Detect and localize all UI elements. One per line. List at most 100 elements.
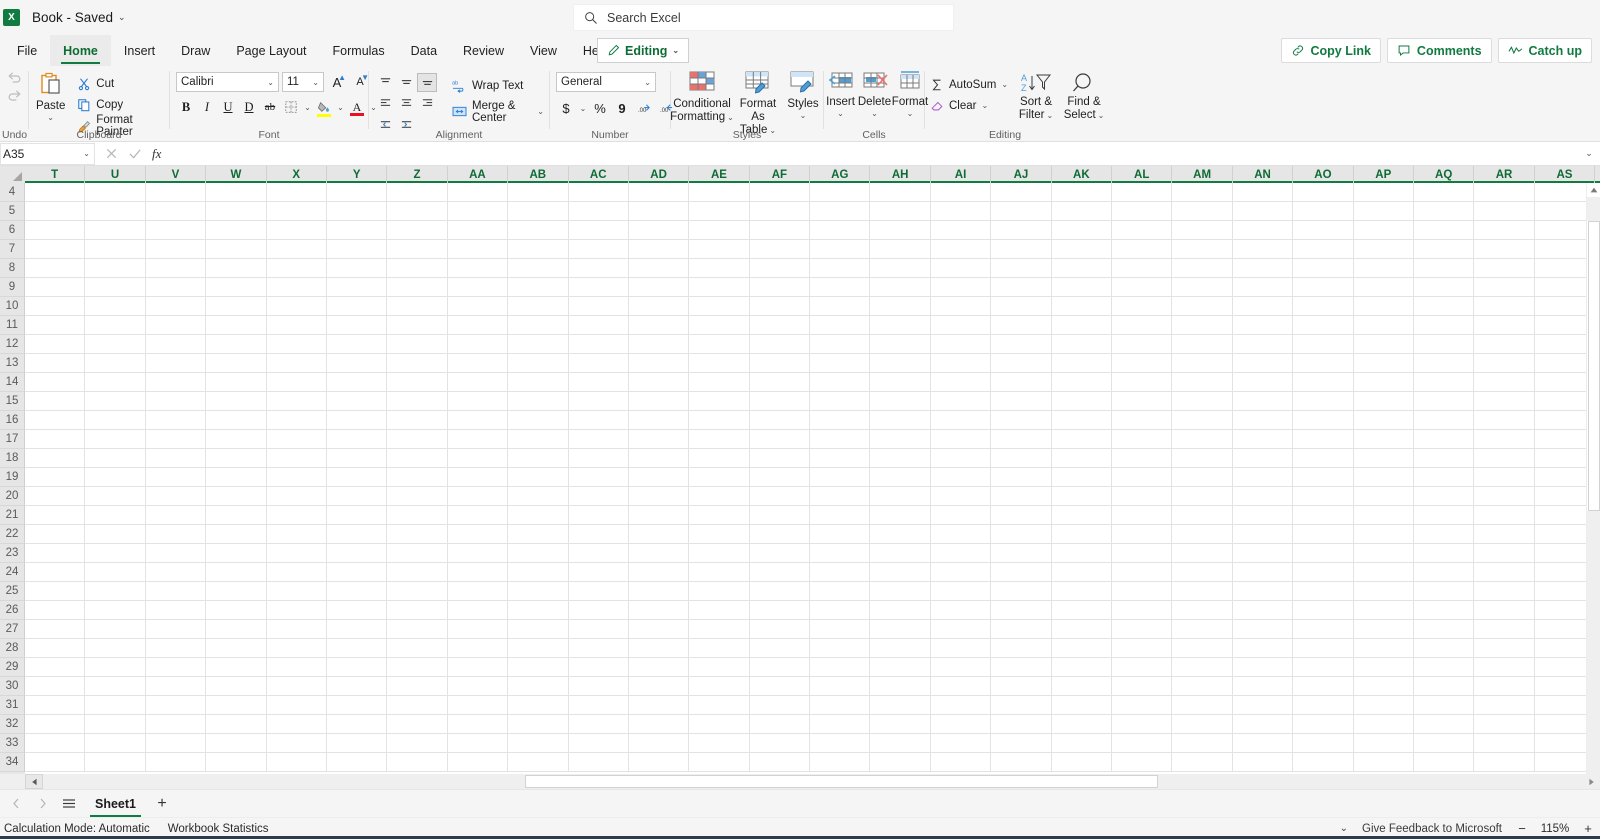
chevron-down-icon[interactable]: ⌄ xyxy=(1046,111,1053,120)
cell-AC30[interactable] xyxy=(568,677,629,696)
cell-T31[interactable] xyxy=(25,696,86,715)
cell-AB29[interactable] xyxy=(508,658,569,677)
cell-U24[interactable] xyxy=(85,563,146,582)
column-header-AM[interactable]: AM xyxy=(1172,166,1233,183)
cell-AA7[interactable] xyxy=(447,240,509,259)
cell-AK29[interactable] xyxy=(1051,658,1113,677)
cell-T16[interactable] xyxy=(25,411,86,430)
cell-AO30[interactable] xyxy=(1293,677,1354,696)
cell-AM11[interactable] xyxy=(1172,316,1233,335)
cell-V20[interactable] xyxy=(145,487,207,506)
cell-AL29[interactable] xyxy=(1112,658,1173,677)
row-header-27[interactable]: 27 xyxy=(0,620,25,639)
cell-AE26[interactable] xyxy=(689,601,750,620)
cell-AP13[interactable] xyxy=(1353,354,1414,373)
cell-AG5[interactable] xyxy=(810,202,871,221)
cell-AN8[interactable] xyxy=(1232,259,1294,278)
cell-AD23[interactable] xyxy=(628,544,690,563)
cell-AN15[interactable] xyxy=(1232,392,1294,411)
cell-AG4[interactable] xyxy=(810,183,871,202)
cell-V11[interactable] xyxy=(145,316,207,335)
cell-AR17[interactable] xyxy=(1474,430,1535,449)
cell-AO6[interactable] xyxy=(1293,221,1354,240)
cell-AI12[interactable] xyxy=(930,335,992,354)
cell-U22[interactable] xyxy=(85,525,146,544)
cell-AF30[interactable] xyxy=(749,677,811,696)
cell-AK11[interactable] xyxy=(1051,316,1113,335)
tab-view[interactable]: View xyxy=(517,35,570,66)
cell-AI31[interactable] xyxy=(930,696,992,715)
cell-AO13[interactable] xyxy=(1293,354,1354,373)
cell-AE17[interactable] xyxy=(689,430,750,449)
cell-Z19[interactable] xyxy=(387,468,448,487)
cell-AG17[interactable] xyxy=(810,430,871,449)
cell-Y4[interactable] xyxy=(326,183,388,202)
cell-Z29[interactable] xyxy=(387,658,448,677)
cell-X25[interactable] xyxy=(266,582,327,601)
cell-AB34[interactable] xyxy=(508,753,569,772)
align-bottom-button[interactable] xyxy=(417,73,437,92)
cell-AF17[interactable] xyxy=(749,430,811,449)
cell-AJ30[interactable] xyxy=(991,677,1052,696)
cell-AO34[interactable] xyxy=(1293,753,1354,772)
chevron-down-icon[interactable]: ⌄ xyxy=(907,109,914,118)
row-header-4[interactable]: 4 xyxy=(0,183,25,202)
cell-AN33[interactable] xyxy=(1232,734,1294,753)
cell-X15[interactable] xyxy=(266,392,327,411)
cell-AG18[interactable] xyxy=(810,449,871,468)
cell-AR32[interactable] xyxy=(1474,715,1535,734)
cell-AL5[interactable] xyxy=(1112,202,1173,221)
column-header-AA[interactable]: AA xyxy=(448,166,509,183)
cell-V9[interactable] xyxy=(145,278,207,297)
row-header-22[interactable]: 22 xyxy=(0,525,25,544)
cell-V6[interactable] xyxy=(145,221,207,240)
cell-AM33[interactable] xyxy=(1172,734,1233,753)
cell-AD27[interactable] xyxy=(628,620,690,639)
cell-AB7[interactable] xyxy=(508,240,569,259)
cell-AJ12[interactable] xyxy=(991,335,1052,354)
cell-T7[interactable] xyxy=(25,240,86,259)
cell-AH29[interactable] xyxy=(870,658,931,677)
find-select-button[interactable]: Find & Select ⌄ xyxy=(1059,66,1109,122)
cell-AJ7[interactable] xyxy=(991,240,1052,259)
cell-U18[interactable] xyxy=(85,449,146,468)
cell-AH30[interactable] xyxy=(870,677,931,696)
autosum-button[interactable]: AutoSum ⌄ xyxy=(925,74,1013,95)
cell-AQ34[interactable] xyxy=(1413,753,1475,772)
horizontal-scrollbar[interactable] xyxy=(0,774,1600,789)
cell-V25[interactable] xyxy=(145,582,207,601)
cell-T4[interactable] xyxy=(25,183,86,202)
cell-AR31[interactable] xyxy=(1474,696,1535,715)
cell-W4[interactable] xyxy=(206,183,267,202)
cell-AE28[interactable] xyxy=(689,639,750,658)
cell-AQ6[interactable] xyxy=(1413,221,1475,240)
cell-AR6[interactable] xyxy=(1474,221,1535,240)
cell-Z12[interactable] xyxy=(387,335,448,354)
cell-AF9[interactable] xyxy=(749,278,811,297)
cell-AK7[interactable] xyxy=(1051,240,1113,259)
row-header-10[interactable]: 10 xyxy=(0,297,25,316)
cell-Z20[interactable] xyxy=(387,487,448,506)
cell-AQ24[interactable] xyxy=(1413,563,1475,582)
cell-AO28[interactable] xyxy=(1293,639,1354,658)
cell-AR18[interactable] xyxy=(1474,449,1535,468)
cell-Y22[interactable] xyxy=(326,525,388,544)
cell-AM22[interactable] xyxy=(1172,525,1233,544)
cell-AO27[interactable] xyxy=(1293,620,1354,639)
cell-Y30[interactable] xyxy=(326,677,388,696)
cell-AR27[interactable] xyxy=(1474,620,1535,639)
chevron-down-icon[interactable]: ⌄ xyxy=(1098,111,1105,120)
cell-AI10[interactable] xyxy=(930,297,992,316)
cell-AI22[interactable] xyxy=(930,525,992,544)
cell-AH32[interactable] xyxy=(870,715,931,734)
wrap-text-button[interactable]: ab Wrap Text xyxy=(447,75,549,96)
cell-AM30[interactable] xyxy=(1172,677,1233,696)
cell-AD6[interactable] xyxy=(628,221,690,240)
cell-AB11[interactable] xyxy=(508,316,569,335)
cell-T33[interactable] xyxy=(25,734,86,753)
cell-AR10[interactable] xyxy=(1474,297,1535,316)
cell-V33[interactable] xyxy=(145,734,207,753)
cell-AG19[interactable] xyxy=(810,468,871,487)
cell-U15[interactable] xyxy=(85,392,146,411)
column-header-AK[interactable]: AK xyxy=(1052,166,1113,183)
